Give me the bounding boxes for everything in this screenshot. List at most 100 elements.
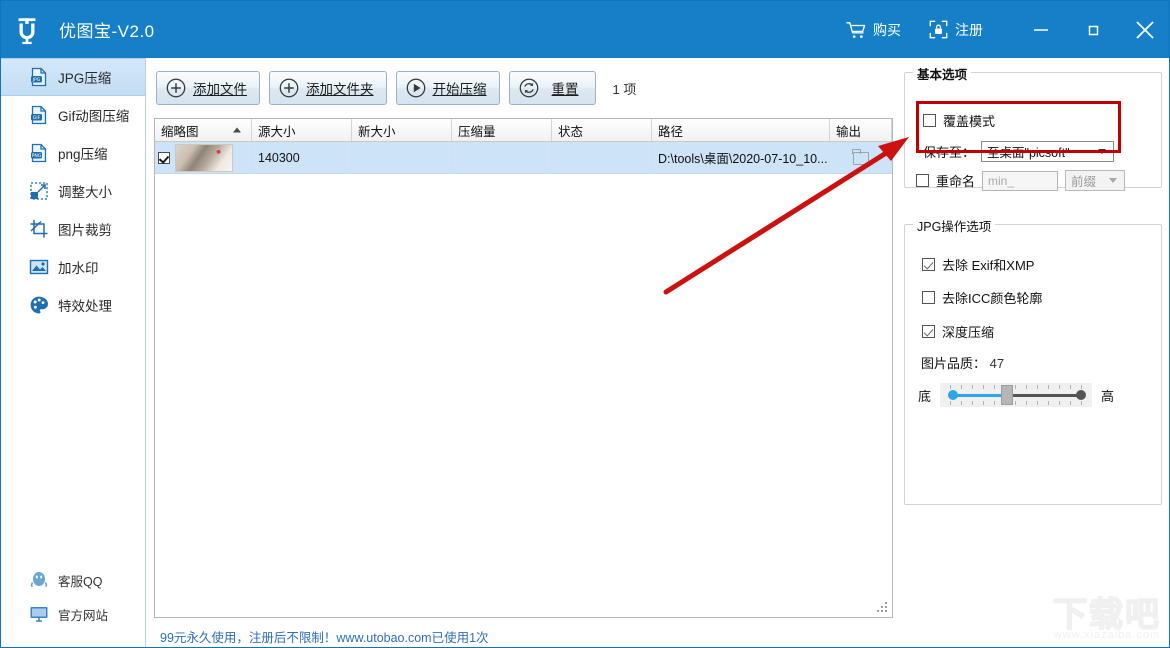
column-header-label: 状态 — [558, 121, 583, 140]
reset-button[interactable]: 重置 — [509, 71, 596, 105]
deep-compress-checkbox[interactable] — [922, 325, 935, 338]
shopping-cart-icon — [846, 21, 866, 39]
column-header-source-size[interactable]: 源大小 — [252, 119, 352, 141]
remove-exif-row[interactable]: 去除 Exif和XMP — [922, 255, 1034, 274]
overwrite-mode-checkbox[interactable] — [923, 114, 936, 127]
register-button[interactable]: 注册 — [915, 1, 997, 58]
sidebar-item-crop[interactable]: 图片裁剪 — [1, 210, 145, 248]
column-header-label: 缩略图 — [161, 121, 199, 140]
slider-ticks-top — [950, 385, 1082, 389]
quality-slider-row: 底 高 — [918, 383, 1114, 407]
column-header-new-size[interactable]: 新大小 — [352, 119, 452, 141]
plus-circle-icon — [278, 77, 300, 99]
photo-thumbnail — [175, 144, 233, 172]
column-header-label: 压缩量 — [458, 121, 496, 140]
remove-exif-checkbox[interactable] — [922, 258, 935, 271]
quality-slider[interactable] — [940, 383, 1092, 407]
minimize-button[interactable] — [1015, 1, 1067, 58]
utobao-u-logo-icon — [12, 15, 42, 45]
sidebar-item-watermark[interactable]: 加水印 — [1, 248, 145, 286]
rename-mode-dropdown[interactable]: 前缀 — [1065, 170, 1125, 191]
buy-label: 购买 — [873, 20, 901, 40]
save-to-dropdown[interactable]: 至桌面"picsoft" — [981, 141, 1114, 162]
rename-input[interactable]: min_ — [982, 171, 1058, 191]
basic-options-legend: 基本选项 — [913, 64, 971, 83]
open-folder-icon[interactable] — [853, 152, 869, 165]
svg-text:GIF: GIF — [33, 115, 41, 121]
slider-remaining-track — [1012, 394, 1080, 398]
sidebar: JPG JPG压缩 GIF Gif动图压缩 PNG png压缩 — [1, 58, 146, 648]
row-checkbox[interactable] — [158, 152, 170, 164]
status-bar-text: 99元永久使用，注册后不限制！www.utobao.com已使用1次 — [160, 627, 489, 646]
close-icon — [1133, 18, 1157, 42]
column-header-status[interactable]: 状态 — [552, 119, 652, 141]
status-bar: 99元永久使用，注册后不限制！www.utobao.com已使用1次 — [154, 623, 893, 648]
sidebar-item-jpg[interactable]: JPG JPG压缩 — [1, 58, 145, 96]
remove-exif-label: 去除 Exif和XMP — [942, 255, 1034, 274]
rename-row: 重命名 min_ 前缀 — [916, 170, 1125, 191]
overwrite-mode-label: 覆盖模式 — [943, 111, 995, 130]
sidebar-item-label: 图片裁剪 — [58, 219, 112, 239]
quality-value: 47 — [990, 356, 1004, 371]
row-status — [552, 142, 652, 173]
table-row[interactable]: 140300 D:\tools\桌面\2020-07-10_10... — [155, 142, 892, 174]
plus-circle-icon — [165, 77, 187, 99]
column-header-label: 源大小 — [258, 121, 296, 140]
basic-options-group: 基本选项 覆盖模式 保存至： 至桌面"picsoft" 重命名 min_ — [904, 72, 1162, 188]
reset-label: 重置 — [552, 78, 579, 98]
rename-mode-value: 前缀 — [1071, 171, 1109, 190]
register-label: 注册 — [955, 20, 983, 40]
column-header-thumbnail[interactable]: 缩略图 — [155, 119, 252, 141]
file-list: 缩略图 源大小 新大小 压缩量 状态 路径 — [154, 118, 893, 618]
sidebar-item-effects[interactable]: 特效处理 — [1, 286, 145, 324]
sidebar-item-png[interactable]: PNG png压缩 — [1, 134, 145, 172]
sidebar-item-resize[interactable]: 调整大小 — [1, 172, 145, 210]
add-file-button[interactable]: 添加文件 — [156, 71, 260, 105]
app-logo — [1, 1, 53, 58]
close-button[interactable] — [1119, 1, 1170, 58]
main-content: 添加文件 添加文件夹 开始压缩 — [146, 58, 896, 648]
sidebar-item-gif[interactable]: GIF Gif动图压缩 — [1, 96, 145, 134]
sidebar-item-label: 特效处理 — [58, 295, 112, 315]
start-compress-button[interactable]: 开始压缩 — [396, 71, 500, 105]
row-path: D:\tools\桌面\2020-07-10_10... — [652, 142, 830, 173]
file-list-header: 缩略图 源大小 新大小 压缩量 状态 路径 — [155, 119, 892, 142]
resize-grip[interactable] — [877, 602, 889, 614]
rename-input-placeholder: min_ — [988, 174, 1014, 188]
remove-icc-row[interactable]: 去除ICC颜色轮廓 — [922, 288, 1042, 307]
qq-penguin-icon — [29, 570, 49, 590]
column-header-label: 输出 — [836, 121, 861, 140]
row-output-cell[interactable] — [830, 142, 892, 173]
overwrite-mode-row[interactable]: 覆盖模式 — [923, 111, 995, 130]
window-title: 优图宝-V2.0 — [59, 17, 155, 42]
rename-checkbox[interactable] — [916, 174, 929, 187]
buy-button[interactable]: 购买 — [832, 1, 915, 58]
rename-label: 重命名 — [936, 171, 975, 190]
jpg-options-legend: JPG操作选项 — [913, 216, 995, 235]
quality-min-label: 底 — [918, 386, 931, 405]
maximize-button[interactable] — [1067, 1, 1119, 58]
watermark-icon — [29, 257, 49, 277]
row-source-size: 140300 — [252, 142, 352, 173]
column-header-path[interactable]: 路径 — [652, 119, 830, 141]
column-header-compression[interactable]: 压缩量 — [452, 119, 552, 141]
add-file-label: 添加文件 — [193, 78, 247, 98]
deep-compress-row[interactable]: 深度压缩 — [922, 322, 994, 341]
column-header-output[interactable]: 输出 — [830, 119, 892, 141]
row-thumbnail-cell — [155, 142, 252, 173]
resize-icon — [29, 181, 49, 201]
chevron-down-icon — [1109, 178, 1117, 183]
start-compress-label: 开始压缩 — [433, 78, 487, 98]
minimize-icon — [1031, 20, 1051, 40]
add-folder-label: 添加文件夹 — [306, 78, 374, 98]
sidebar-item-website[interactable]: 官方网站 — [1, 597, 145, 631]
deep-compress-label: 深度压缩 — [942, 322, 994, 341]
sidebar-item-qq[interactable]: 客服QQ — [1, 563, 145, 597]
sidebar-item-label: 客服QQ — [58, 571, 102, 590]
jpg-file-icon: JPG — [29, 67, 49, 87]
sidebar-item-label: png压缩 — [58, 143, 108, 163]
add-folder-button[interactable]: 添加文件夹 — [269, 71, 387, 105]
title-bar: 优图宝-V2.0 购买 注册 — [1, 1, 1170, 58]
remove-icc-checkbox[interactable] — [922, 291, 935, 304]
slider-filled-track — [953, 394, 1003, 398]
